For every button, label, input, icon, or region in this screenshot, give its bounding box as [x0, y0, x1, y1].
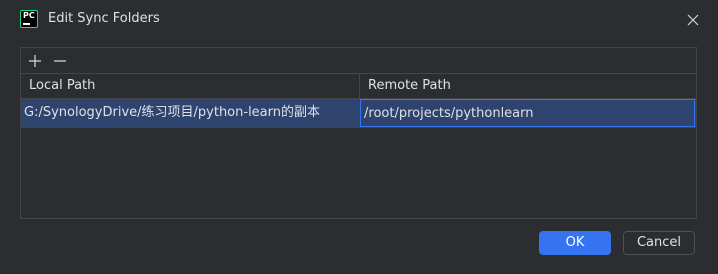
title-bar: PC Edit Sync Folders [0, 0, 718, 38]
dialog-title: Edit Sync Folders [48, 11, 160, 26]
edit-sync-folders-dialog: PC Edit Sync Folders Local Path Remote P… [0, 0, 718, 274]
add-folder-button[interactable] [26, 52, 44, 70]
close-button[interactable] [682, 9, 704, 31]
column-header-remote-path[interactable]: Remote Path [360, 74, 696, 98]
cancel-button[interactable]: Cancel [623, 231, 695, 255]
sync-folders-table-panel: Local Path Remote Path G:/SynologyDrive/… [20, 47, 697, 219]
app-icon-text: PC [23, 11, 35, 20]
local-path-cell[interactable]: G:/SynologyDrive/练习项目/python-learn的副本 [21, 99, 359, 128]
table-header: Local Path Remote Path [21, 74, 696, 99]
remote-path-input[interactable] [360, 99, 695, 127]
plus-icon [29, 55, 41, 67]
pycharm-icon: PC [20, 10, 38, 28]
table-toolbar [21, 48, 696, 74]
remove-folder-button[interactable] [51, 52, 69, 70]
table-row[interactable]: G:/SynologyDrive/练习项目/python-learn的副本 [21, 99, 696, 128]
minus-icon [54, 60, 66, 62]
close-icon [687, 14, 699, 26]
ok-button[interactable]: OK [539, 231, 611, 255]
remote-path-cell[interactable] [359, 99, 696, 128]
column-header-local-path[interactable]: Local Path [21, 74, 360, 98]
